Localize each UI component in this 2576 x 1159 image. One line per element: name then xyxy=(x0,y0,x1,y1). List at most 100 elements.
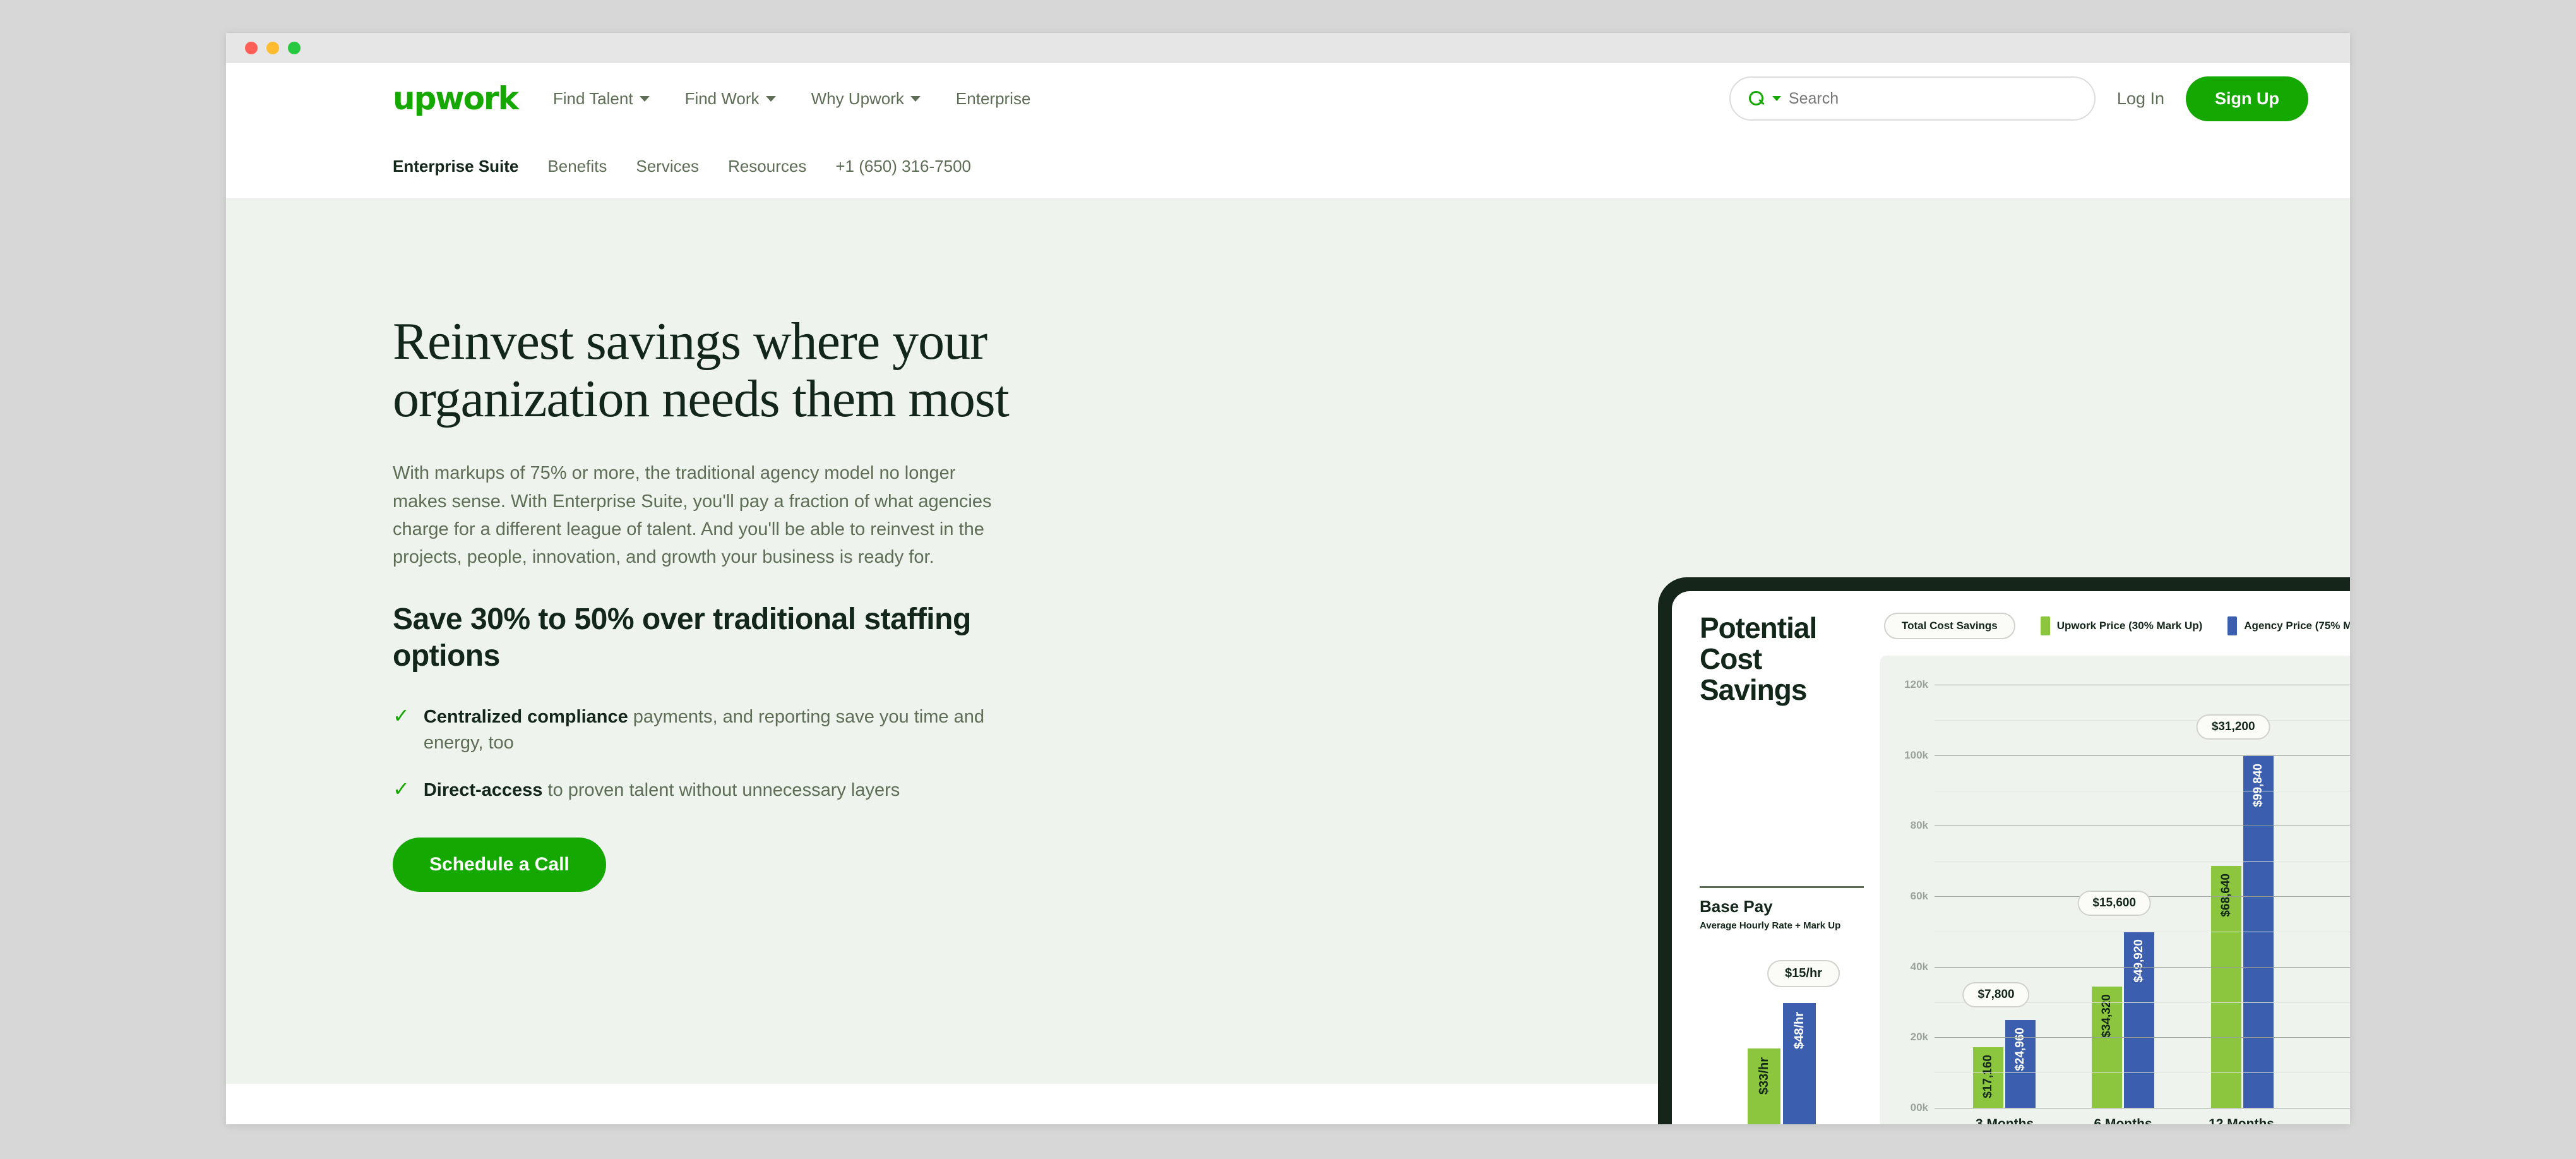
bar-value-label: $34,320 xyxy=(2100,994,2114,1038)
gridline-major xyxy=(1935,1037,2350,1038)
bar-agency-3-months: $24,960 xyxy=(2005,1019,2036,1108)
nav-right-actions: Log In Sign Up xyxy=(1729,76,2308,121)
check-icon: ✓ xyxy=(393,777,410,802)
chevron-down-icon xyxy=(910,95,921,102)
bar-value-label: $17,160 xyxy=(1981,1055,1995,1098)
subnav-item-benefits[interactable]: Benefits xyxy=(547,157,607,176)
gridline-minor xyxy=(1935,1072,2350,1074)
y-axis-tick: 80k xyxy=(1910,819,1928,832)
savings-badge-12-months: $31,200 xyxy=(2196,714,2270,740)
nav-item-why-upwork[interactable]: Why Upwork xyxy=(811,89,921,109)
chart-x-axis: 3 Months 6 Months 12 Months xyxy=(1935,1108,2350,1124)
tablet-device-frame: Potential Cost Savings Base Pay Average … xyxy=(1658,577,2350,1124)
nav-item-find-work-label: Find Work xyxy=(684,88,760,108)
divider xyxy=(1700,886,1864,888)
nav-item-enterprise[interactable]: Enterprise xyxy=(956,89,1031,109)
gridline-minor xyxy=(1935,861,2350,862)
gridline-minor xyxy=(1935,719,2350,721)
nav-item-why-upwork-label: Why Upwork xyxy=(811,88,904,108)
base-pay-title: Base Pay xyxy=(1700,897,1773,916)
chart-card: Potential Cost Savings Base Pay Average … xyxy=(1672,591,2350,1124)
subnav-item-resources[interactable]: Resources xyxy=(728,157,806,176)
base-pay-badge: $15/hr xyxy=(1767,960,1840,987)
bar-upwork-6-months: $34,320 xyxy=(2092,987,2123,1108)
legend-pill-total-cost-savings: Total Cost Savings xyxy=(1884,613,2015,639)
bar-upwork-12-months: $68,640 xyxy=(2210,865,2241,1108)
y-axis-tick: 100k xyxy=(1904,748,1928,761)
base-pay-bar-label-agency: $48/hr xyxy=(1792,1011,1806,1049)
chart-y-axis: 00k 20k 40k 60k 80k 100k 120k xyxy=(1893,678,1935,1114)
base-pay-bar-upwork: $33/hr xyxy=(1748,1048,1780,1124)
base-pay-block: Base Pay Average Hourly Rate + Mark Up $… xyxy=(1700,886,1864,1124)
legend-item-agency: Agency Price (75% Mark Up) xyxy=(2227,616,2350,635)
list-item: ✓ Direct-access to proven talent without… xyxy=(393,778,1009,803)
browser-window: upwork Find Talent Find Work Why Upwork … xyxy=(226,33,2350,1124)
bar-value-label: $49,920 xyxy=(2132,939,2146,983)
nav-item-enterprise-label: Enterprise xyxy=(955,88,1031,108)
check-icon: ✓ xyxy=(393,703,410,728)
benefit-text-2: Direct-access to proven talent without u… xyxy=(424,778,900,803)
nav-item-find-work[interactable]: Find Work xyxy=(685,89,776,109)
gridline-major xyxy=(1935,755,2350,756)
page-title: Reinvest savings where your organization… xyxy=(393,312,1010,428)
chart-plot: 00k 20k 40k 60k 80k 100k 120k $7,800 $17,160 $24… xyxy=(1893,678,2350,1114)
schedule-a-call-button[interactable]: Schedule a Call xyxy=(393,838,606,892)
base-pay-subtitle: Average Hourly Rate + Mark Up xyxy=(1700,920,1841,931)
bar-upwork-3-months: $17,160 xyxy=(1972,1047,2003,1108)
y-axis-tick: 00k xyxy=(1910,1102,1928,1114)
benefit-rest-2: to proven talent without unnecessary lay… xyxy=(542,780,900,801)
legend-item-upwork: Upwork Price (30% Mark Up) xyxy=(2040,616,2202,635)
chart-legend: Total Cost Savings Upwork Price (30% Mar… xyxy=(1880,613,2350,639)
search-box[interactable] xyxy=(1729,76,2096,121)
gridline-major xyxy=(1935,966,2350,968)
hero-content: Reinvest savings where your organization… xyxy=(226,200,1010,892)
savings-badge-6-months: $15,600 xyxy=(2077,891,2152,916)
y-axis-tick: 40k xyxy=(1910,960,1928,973)
chart-main: Total Cost Savings Upwork Price (30% Mar… xyxy=(1880,613,2350,1124)
legend-label-agency: Agency Price (75% Mark Up) xyxy=(2244,620,2350,632)
legend-swatch-upwork xyxy=(2040,616,2050,635)
login-link[interactable]: Log In xyxy=(2117,89,2164,109)
search-input[interactable] xyxy=(1788,89,2077,108)
savings-badge-3-months: $7,800 xyxy=(1962,982,2030,1008)
upwork-logo[interactable]: upwork xyxy=(393,83,519,114)
benefit-strong-1: Centralized compliance xyxy=(423,706,628,727)
chevron-down-icon[interactable] xyxy=(1772,96,1781,101)
chart-plot-wrapper: 00k 20k 40k 60k 80k 100k 120k $7,800 $17,160 $24… xyxy=(1880,656,2350,1124)
hero-paragraph: With markups of 75% or more, the traditi… xyxy=(393,463,992,567)
minimize-window-button[interactable] xyxy=(266,42,279,54)
secondary-navigation: Enterprise Suite Benefits Services Resou… xyxy=(226,134,2350,200)
nav-item-find-talent-label: Find Talent xyxy=(552,88,633,108)
bar-value-label: $24,960 xyxy=(2013,1027,2027,1071)
list-item: ✓ Centralized compliance payments, and r… xyxy=(393,704,1009,756)
search-icon xyxy=(1748,90,1765,107)
x-axis-label: 3 Months xyxy=(1976,1117,2034,1124)
chart-side-panel: Potential Cost Savings Base Pay Average … xyxy=(1700,613,1864,1124)
base-pay-bar-agency: $48/hr xyxy=(1783,1002,1816,1124)
subnav-item-services[interactable]: Services xyxy=(636,157,699,176)
benefit-strong-2: Direct-access xyxy=(423,780,543,801)
benefit-list: ✓ Centralized compliance payments, and r… xyxy=(393,704,1009,804)
chart-plot-area: $7,800 $17,160 $24,960 $15,600 $34,320 $49,92… xyxy=(1935,685,2350,1108)
close-window-button[interactable] xyxy=(245,42,258,54)
hero-subtitle: Save 30% to 50% over traditional staffin… xyxy=(393,602,971,673)
subnav-item-phone-number[interactable]: +1 (650) 316-7500 xyxy=(835,157,971,176)
base-pay-chart: $15/hr $33/hr $48/hr xyxy=(1700,960,1864,1124)
bar-agency-6-months: $49,920 xyxy=(2124,932,2155,1108)
y-axis-tick: 20k xyxy=(1910,1031,1928,1043)
signup-button[interactable]: Sign Up xyxy=(2186,76,2308,121)
nav-item-find-talent[interactable]: Find Talent xyxy=(553,89,650,109)
chevron-down-icon xyxy=(765,95,776,102)
primary-navigation: upwork Find Talent Find Work Why Upwork … xyxy=(226,63,2350,134)
base-pay-bar-label-upwork: $33/hr xyxy=(1756,1057,1771,1095)
benefit-text-1: Centralized compliance payments, and rep… xyxy=(424,704,1009,756)
y-axis-tick: 120k xyxy=(1904,678,1928,690)
maximize-window-button[interactable] xyxy=(288,42,301,54)
legend-swatch-agency xyxy=(2227,616,2238,635)
y-axis-tick: 60k xyxy=(1910,890,1928,902)
subnav-item-enterprise-suite[interactable]: Enterprise Suite xyxy=(393,157,518,176)
x-axis-label: 12 Months xyxy=(2209,1117,2274,1124)
chart-title: Potential Cost Savings xyxy=(1700,611,1817,706)
chevron-down-icon xyxy=(639,95,650,102)
x-axis-label: 6 Months xyxy=(2094,1117,2152,1124)
